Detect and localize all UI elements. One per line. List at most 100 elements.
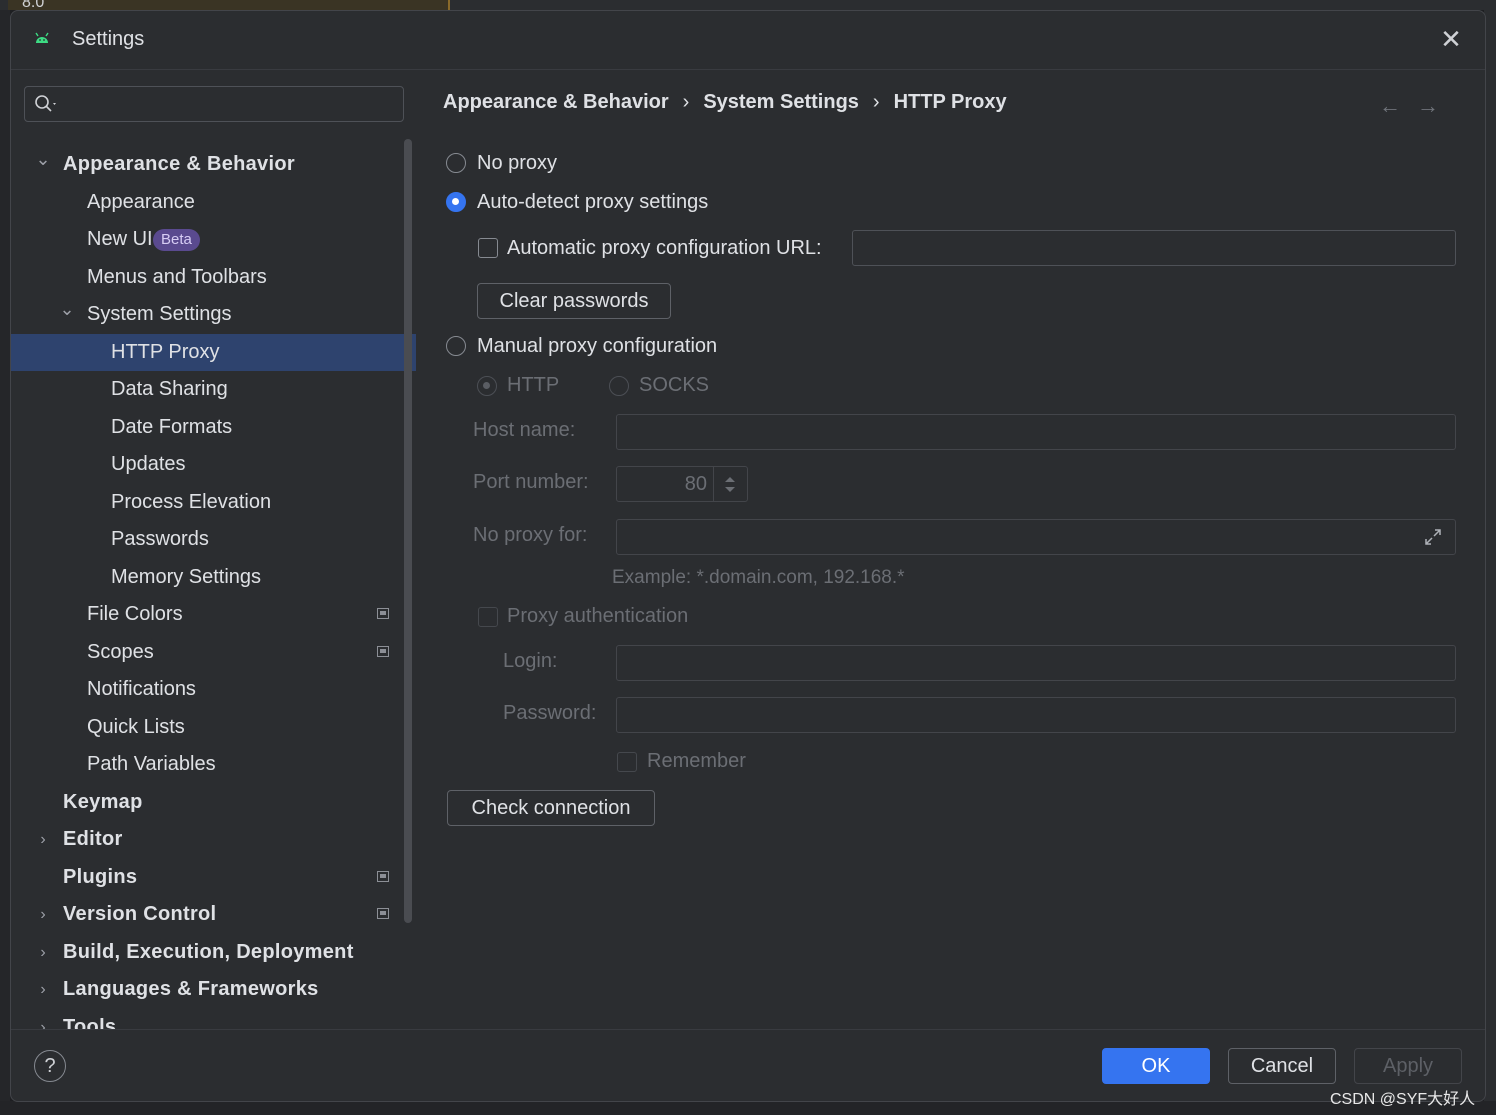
remember-checkbox[interactable] (617, 752, 637, 772)
help-icon[interactable]: ? (34, 1050, 66, 1082)
sidebar-item-system-settings[interactable]: ⌄ System Settings (11, 296, 416, 333)
breadcrumb: Appearance & Behavior › System Settings › HT… (443, 91, 1007, 114)
sidebar-scrollbar[interactable] (404, 139, 412, 923)
no-proxy-label[interactable]: No proxy (477, 152, 557, 175)
no-proxy-example-hint: Example: *.domain.com, 192.168.* (612, 567, 905, 588)
sidebar-item-scopes[interactable]: Scopes (11, 634, 416, 671)
port-number-label: Port number: (473, 471, 589, 493)
manual-proxy-radio[interactable] (446, 336, 466, 356)
sidebar-item-label: HTTP Proxy (111, 341, 220, 363)
chevron-down-icon[interactable]: ⌄ (35, 141, 51, 178)
sidebar-item-date-formats[interactable]: Date Formats (11, 409, 416, 446)
sidebar-item-memory-settings[interactable]: Memory Settings (11, 559, 416, 596)
settings-search-field[interactable] (24, 86, 404, 122)
android-studio-icon (35, 32, 49, 43)
ide-background-left (0, 10, 10, 1110)
sidebar-item-passwords[interactable]: Passwords (11, 521, 416, 558)
project-level-icon (377, 871, 389, 882)
ide-background-bottom (0, 1101, 1496, 1115)
http-label: HTTP (507, 374, 560, 396)
project-level-icon (377, 908, 389, 919)
ide-background-top: 8.0 (0, 0, 1496, 11)
stepper-arrows-icon[interactable] (713, 467, 747, 501)
breadcrumb-item[interactable]: System Settings (703, 91, 859, 113)
sidebar-item-label: Build, Execution, Deployment (63, 941, 354, 963)
sidebar-item-label: Appearance (87, 191, 195, 213)
password-label: Password: (503, 702, 597, 724)
project-level-icon (377, 608, 389, 619)
chevron-right-icon[interactable]: › (35, 934, 51, 971)
settings-tree: ⌄ Appearance & Behavior Appearance New UI Be… (11, 136, 416, 1029)
search-icon (35, 95, 56, 112)
sidebar-item-languages-frameworks[interactable]: › Languages & Frameworks (11, 971, 416, 1008)
proxy-auth-checkbox[interactable] (478, 607, 498, 627)
sidebar-item-label: Quick Lists (87, 716, 185, 738)
breadcrumb-item[interactable]: Appearance & Behavior (443, 91, 669, 113)
beta-badge: Beta (153, 229, 200, 251)
auto-detect-label[interactable]: Auto-detect proxy settings (477, 191, 708, 214)
dialog-titlebar: Settings ✕ (11, 11, 1485, 70)
auto-detect-radio[interactable] (446, 192, 466, 212)
back-arrow-icon[interactable]: ← (1379, 93, 1401, 118)
host-name-label: Host name: (473, 419, 576, 441)
sidebar-item-label: Appearance & Behavior (63, 153, 295, 175)
clear-passwords-button[interactable]: Clear passwords (477, 283, 671, 319)
ok-button[interactable]: OK (1102, 1048, 1210, 1084)
no-proxy-for-input[interactable] (616, 519, 1456, 555)
sidebar-item-label: System Settings (87, 303, 232, 325)
cancel-button[interactable]: Cancel (1228, 1048, 1336, 1084)
close-icon[interactable]: ✕ (1439, 26, 1463, 52)
sidebar-item-notifications[interactable]: Notifications (11, 671, 416, 708)
sidebar-item-label: Keymap (63, 791, 143, 813)
host-name-input[interactable] (616, 414, 1456, 450)
sidebar-item-editor[interactable]: › Editor (11, 821, 416, 858)
expand-icon[interactable] (1423, 527, 1443, 547)
chevron-right-icon[interactable]: › (35, 821, 51, 858)
apply-button[interactable]: Apply (1354, 1048, 1462, 1084)
password-input[interactable] (616, 697, 1456, 733)
sidebar-item-label: Version Control (63, 903, 217, 925)
sidebar-item-keymap[interactable]: Keymap (11, 784, 416, 821)
sidebar-item-label: Scopes (87, 641, 154, 663)
sidebar-item-appearance[interactable]: Appearance (11, 184, 416, 221)
ide-background-tab (8, 0, 450, 10)
sidebar-item-process-elevation[interactable]: Process Elevation (11, 484, 416, 521)
sidebar-item-label: Memory Settings (111, 566, 262, 588)
sidebar-item-tools[interactable]: › Tools (11, 1009, 416, 1029)
socks-radio[interactable] (609, 376, 629, 396)
sidebar-item-appearance-behavior[interactable]: ⌄ Appearance & Behavior (11, 146, 416, 183)
sidebar-item-label: Path Variables (87, 753, 216, 775)
chevron-right-icon: › (682, 91, 690, 113)
project-level-icon (377, 646, 389, 657)
forward-arrow-icon[interactable]: → (1417, 93, 1439, 118)
check-connection-button[interactable]: Check connection (447, 790, 655, 826)
sidebar-item-build-execution-deployment[interactable]: › Build, Execution, Deployment (11, 934, 416, 971)
chevron-right-icon[interactable]: › (35, 1009, 51, 1029)
sidebar-item-label: New UI (87, 228, 153, 250)
auto-proxy-url-checkbox[interactable] (478, 238, 498, 258)
sidebar-item-updates[interactable]: Updates (11, 446, 416, 483)
port-number-stepper[interactable]: 80 (616, 466, 748, 502)
remember-label: Remember (647, 750, 746, 772)
sidebar-item-file-colors[interactable]: File Colors (11, 596, 416, 633)
chevron-down-icon[interactable]: ⌄ (59, 291, 75, 328)
sidebar-item-version-control[interactable]: › Version Control (11, 896, 416, 933)
dialog-footer: ? OK Cancel Apply (11, 1029, 1485, 1101)
auto-proxy-url-label[interactable]: Automatic proxy configuration URL: (507, 237, 822, 260)
http-radio[interactable] (477, 376, 497, 396)
sidebar-item-label: Process Elevation (111, 491, 272, 513)
sidebar-item-label: Languages & Frameworks (63, 978, 319, 1000)
sidebar-item-path-variables[interactable]: Path Variables (11, 746, 416, 783)
chevron-right-icon[interactable]: › (35, 896, 51, 933)
manual-proxy-label[interactable]: Manual proxy configuration (477, 335, 717, 358)
sidebar-item-new-ui[interactable]: New UI Beta (11, 221, 416, 258)
sidebar-item-plugins[interactable]: Plugins (11, 859, 416, 896)
sidebar-item-quick-lists[interactable]: Quick Lists (11, 709, 416, 746)
login-input[interactable] (616, 645, 1456, 681)
sidebar-item-http-proxy[interactable]: HTTP Proxy (11, 334, 416, 371)
sidebar-item-label: Date Formats (111, 416, 233, 438)
sidebar-item-data-sharing[interactable]: Data Sharing (11, 371, 416, 408)
chevron-right-icon[interactable]: › (35, 971, 51, 1008)
no-proxy-radio[interactable] (446, 153, 466, 173)
auto-proxy-url-input[interactable] (852, 230, 1456, 266)
